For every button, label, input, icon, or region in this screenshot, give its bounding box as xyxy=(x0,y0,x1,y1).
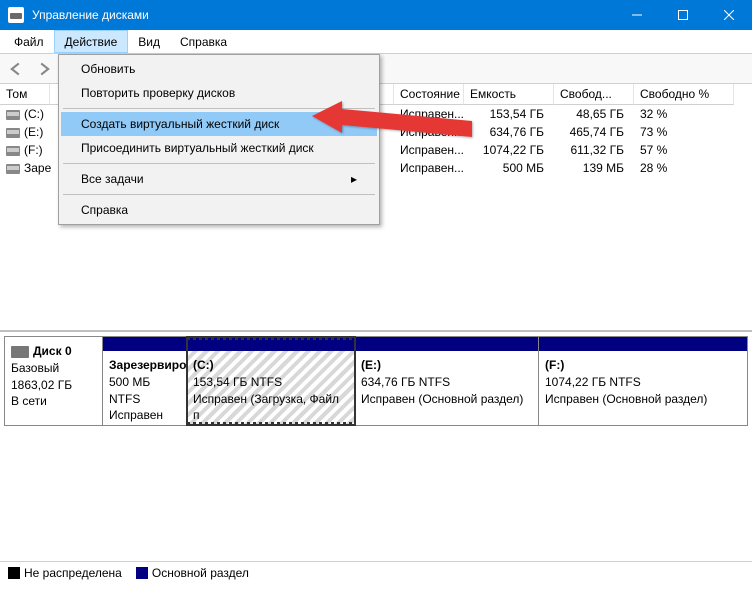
partition-reserved[interactable]: Зарезервиро500 МБ NTFSИсправен (Си xyxy=(103,337,187,425)
volume-state: Исправен... xyxy=(394,105,464,123)
volume-free: 48,65 ГБ xyxy=(554,105,634,123)
volume-name[interactable]: (E:) xyxy=(0,123,50,141)
volume-name[interactable]: Заре xyxy=(0,159,50,177)
drive-icon xyxy=(6,110,20,120)
window-title: Управление дисками xyxy=(32,8,614,22)
col-tom[interactable]: Том xyxy=(0,84,50,105)
col-capacity[interactable]: Емкость xyxy=(464,84,554,105)
disk-row: Диск 0 Базовый 1863,02 ГБ В сети Зарезер… xyxy=(4,336,748,426)
app-icon xyxy=(8,7,24,23)
menu-view[interactable]: Вид xyxy=(128,30,170,53)
col-state[interactable]: Состояние xyxy=(394,84,464,105)
volume-name[interactable]: (C:) xyxy=(0,105,50,123)
dd-separator xyxy=(63,163,375,164)
dd-all-tasks[interactable]: Все задачи▸ xyxy=(61,167,377,191)
dd-help[interactable]: Справка xyxy=(61,198,377,222)
menu-file[interactable]: Файл xyxy=(4,30,54,53)
drive-icon xyxy=(6,128,20,138)
volume-capacity: 153,54 ГБ xyxy=(464,105,554,123)
dd-rescan[interactable]: Повторить проверку дисков xyxy=(61,81,377,105)
volume-name[interactable]: (F:) xyxy=(0,141,50,159)
disk-layout-pane: Диск 0 Базовый 1863,02 ГБ В сети Зарезер… xyxy=(0,332,752,554)
forward-icon[interactable] xyxy=(34,59,54,79)
menu-action[interactable]: Действие xyxy=(54,30,129,53)
drive-icon xyxy=(6,146,20,156)
menu-help[interactable]: Справка xyxy=(170,30,237,53)
dd-attach-vhd[interactable]: Присоединить виртуальный жесткий диск xyxy=(61,136,377,160)
partition-c[interactable]: (C:)153,54 ГБ NTFSИсправен (Загрузка, Фа… xyxy=(187,337,355,425)
drive-icon xyxy=(6,164,20,174)
dd-create-vhd[interactable]: Создать виртуальный жесткий диск xyxy=(61,112,377,136)
back-icon[interactable] xyxy=(6,59,26,79)
menu-bar: Файл Действие Вид Справка xyxy=(0,30,752,54)
partition-e[interactable]: (E:)634,76 ГБ NTFSИсправен (Основной раз… xyxy=(355,337,539,425)
col-free[interactable]: Свобод... xyxy=(554,84,634,105)
disk-icon xyxy=(11,346,29,358)
legend-primary: Основной раздел xyxy=(136,566,249,580)
col-free-pct[interactable]: Свободно % xyxy=(634,84,734,105)
legend-unallocated: Не распределена xyxy=(8,566,122,580)
dd-separator xyxy=(63,108,375,109)
dd-separator xyxy=(63,194,375,195)
partition-f[interactable]: (F:)1074,22 ГБ NTFSИсправен (Основной ра… xyxy=(539,337,747,425)
maximize-button[interactable] xyxy=(660,0,706,30)
close-button[interactable] xyxy=(706,0,752,30)
action-dropdown: Обновить Повторить проверку дисков Созда… xyxy=(58,54,380,225)
dd-refresh[interactable]: Обновить xyxy=(61,57,377,81)
disk-meta[interactable]: Диск 0 Базовый 1863,02 ГБ В сети xyxy=(5,337,103,425)
legend-bar: Не распределена Основной раздел xyxy=(0,561,752,583)
minimize-button[interactable] xyxy=(614,0,660,30)
volume-pct: 32 % xyxy=(634,105,734,123)
title-bar: Управление дисками xyxy=(0,0,752,30)
